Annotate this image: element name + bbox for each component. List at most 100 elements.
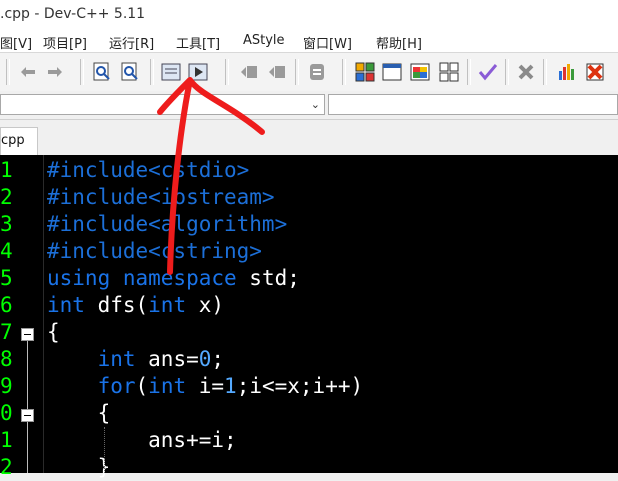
- check-icon[interactable]: [477, 61, 499, 83]
- line-number: 9: [0, 374, 13, 398]
- menu-run[interactable]: 运行[R]: [109, 33, 154, 52]
- delete-icon[interactable]: [515, 61, 537, 83]
- code-line[interactable]: }: [47, 454, 111, 481]
- line-number: 2: [0, 455, 13, 479]
- code-line[interactable]: int dfs(int x): [47, 292, 224, 319]
- code-token: {: [47, 401, 111, 425]
- toolbar-separator: [6, 59, 10, 85]
- code-token: x): [198, 293, 225, 317]
- code-token: using namespace: [47, 266, 250, 290]
- find-icon[interactable]: [91, 61, 113, 83]
- replace-icon[interactable]: [119, 61, 141, 83]
- line-number: 8: [0, 347, 13, 371]
- undo-icon[interactable]: [17, 61, 39, 83]
- code-line[interactable]: {: [47, 319, 60, 346]
- line-number: 3: [0, 212, 13, 236]
- line-number: 1: [0, 428, 13, 452]
- toolbar-separator: [150, 59, 154, 85]
- code-token: #include<cstdio>: [47, 158, 250, 182]
- indent-icon[interactable]: [238, 61, 260, 83]
- code-line[interactable]: for(int i=1;i<=x;i++): [47, 373, 364, 400]
- line-number: 5: [0, 266, 13, 290]
- code-token: #include<cstring>: [47, 239, 262, 263]
- code-token: for: [97, 374, 136, 398]
- window-title: .cpp - Dev-C++ 5.11: [0, 6, 146, 22]
- code-token: int: [148, 293, 199, 317]
- grid-icon[interactable]: [438, 61, 460, 83]
- code-line[interactable]: #include<cstdio>: [47, 157, 249, 184]
- fold-toggle-icon[interactable]: [21, 409, 34, 422]
- code-line[interactable]: #include<cstring>: [47, 238, 262, 265]
- class-browser-bar: ⌄: [0, 91, 618, 120]
- fold-toggle-icon[interactable]: [21, 328, 34, 341]
- window-icon[interactable]: [381, 61, 403, 83]
- indent-guide: [104, 427, 105, 473]
- unindent-icon[interactable]: [266, 61, 288, 83]
- code-token: dfs(: [97, 293, 149, 317]
- line-number: 0: [0, 401, 13, 425]
- redo-icon[interactable]: [44, 61, 66, 83]
- chart-icon[interactable]: [556, 61, 578, 83]
- menu-tools[interactable]: 工具[T]: [176, 33, 220, 52]
- toolbar-separator: [505, 59, 509, 85]
- code-token: int: [148, 374, 199, 398]
- code-line[interactable]: int ans=0;: [47, 346, 224, 373]
- menu-help[interactable]: 帮助[H]: [376, 33, 422, 52]
- fold-line: [27, 422, 28, 473]
- file-tabs: cpp: [0, 120, 618, 155]
- toolbar-separator: [543, 59, 547, 85]
- code-token: ans=: [148, 347, 199, 371]
- toolbar: [0, 52, 618, 92]
- line-number: 2: [0, 185, 13, 209]
- title-bar: .cpp - Dev-C++ 5.11: [0, 0, 618, 30]
- code-token: ;: [211, 347, 225, 371]
- code-token: i=: [198, 374, 225, 398]
- toolbar-separator: [80, 59, 84, 85]
- code-token: {: [47, 320, 60, 344]
- line-number-gutter: 1 2 3 4 5 6 7 8 9 0 1 2: [0, 155, 44, 479]
- code-line[interactable]: using namespace std;: [47, 265, 300, 292]
- line-number: 4: [0, 239, 13, 263]
- compile-icon[interactable]: [160, 61, 182, 83]
- debug-icon[interactable]: [584, 61, 606, 83]
- menu-astyle[interactable]: AStyle: [243, 33, 285, 48]
- code-token: 0: [198, 347, 212, 371]
- code-line[interactable]: {: [47, 400, 111, 427]
- code-token: #include<algorithm>: [47, 212, 288, 236]
- line-number: 6: [0, 293, 13, 317]
- code-token: }: [47, 455, 111, 479]
- menu-window[interactable]: 窗口[W]: [303, 33, 352, 52]
- line-number: 1: [0, 158, 13, 182]
- chevron-down-icon[interactable]: ⌄: [311, 95, 320, 114]
- code-line[interactable]: ans+=i;: [47, 427, 237, 454]
- run-icon[interactable]: [187, 61, 209, 83]
- new-class-icon[interactable]: [354, 61, 376, 83]
- toolbar-separator: [467, 59, 471, 85]
- color-icon[interactable]: [409, 61, 431, 83]
- line-number: 7: [0, 320, 13, 344]
- file-tab-label: cpp: [1, 133, 25, 148]
- member-selector-dropdown[interactable]: [328, 94, 618, 115]
- file-tab[interactable]: cpp: [0, 127, 38, 155]
- toolbar-separator: [342, 59, 346, 85]
- code-editor[interactable]: 1 2 3 4 5 6 7 8 9 0 1 2 #include<cstdio>…: [0, 155, 618, 479]
- toggle-comment-icon[interactable]: [306, 61, 328, 83]
- code-token: ans+=i;: [47, 428, 237, 452]
- class-selector-dropdown[interactable]: ⌄: [0, 94, 325, 115]
- code-token: (: [135, 374, 149, 398]
- fold-line: [27, 341, 28, 409]
- code-line[interactable]: #include<iostream>: [47, 184, 275, 211]
- code-line[interactable]: #include<algorithm>: [47, 211, 287, 238]
- code-token: 1: [224, 374, 237, 398]
- menu-bar: 图[V] 项目[P] 运行[R] 工具[T] AStyle 窗口[W] 帮助[H…: [0, 30, 618, 52]
- code-token: std;: [249, 266, 300, 290]
- code-token: int: [97, 347, 149, 371]
- code-token: #include<iostream>: [47, 185, 275, 209]
- menu-project[interactable]: 项目[P]: [43, 33, 87, 52]
- toolbar-separator: [295, 59, 299, 85]
- code-token: int: [47, 293, 98, 317]
- code-token: ;i<=x;i++): [236, 374, 364, 398]
- menu-view[interactable]: 图[V]: [0, 33, 32, 52]
